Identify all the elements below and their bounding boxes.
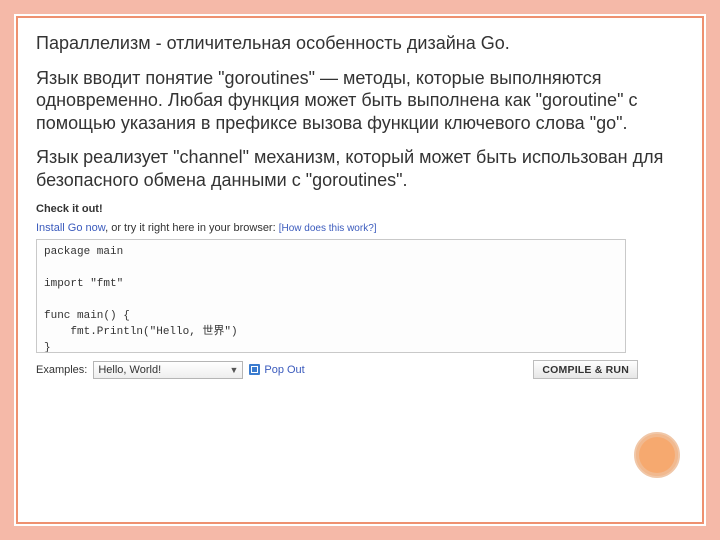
decorative-circle: [634, 432, 680, 478]
popout-button[interactable]: Pop Out: [249, 364, 304, 376]
examples-label: Examples:: [36, 364, 87, 376]
chevron-down-icon: ▼: [229, 365, 238, 375]
popout-icon: [249, 364, 260, 375]
heading: Параллелизм - отличительная особенность …: [36, 32, 684, 55]
playground-footer: Examples: Hello, World! ▼ Pop Out COMPIL…: [36, 360, 684, 379]
install-line: Install Go now, or try it right here in …: [36, 222, 684, 234]
slide-text: Параллелизм - отличительная особенность …: [36, 32, 684, 191]
go-playground: Check it out! Install Go now, or try it …: [36, 203, 684, 379]
slide-frame-inner: Параллелизм - отличительная особенность …: [16, 16, 704, 524]
paragraph-2: Язык реализует "channel" механизм, котор…: [36, 146, 684, 191]
popout-label: Pop Out: [264, 364, 304, 376]
how-does-this-work-link[interactable]: [How does this work?]: [279, 223, 377, 234]
compile-run-button[interactable]: COMPILE & RUN: [533, 360, 638, 379]
install-rest: , or try it right here in your browser:: [105, 222, 279, 234]
examples-select[interactable]: Hello, World! ▼: [93, 361, 243, 379]
selected-example: Hello, World!: [98, 364, 161, 376]
slide-frame-outer: Параллелизм - отличительная особенность …: [0, 0, 720, 540]
code-editor[interactable]: package main import "fmt" func main() { …: [36, 239, 626, 353]
paragraph-1: Язык вводит понятие "goroutines" — метод…: [36, 67, 684, 135]
install-go-link[interactable]: Install Go now: [36, 222, 105, 234]
playground-title: Check it out!: [36, 203, 684, 215]
